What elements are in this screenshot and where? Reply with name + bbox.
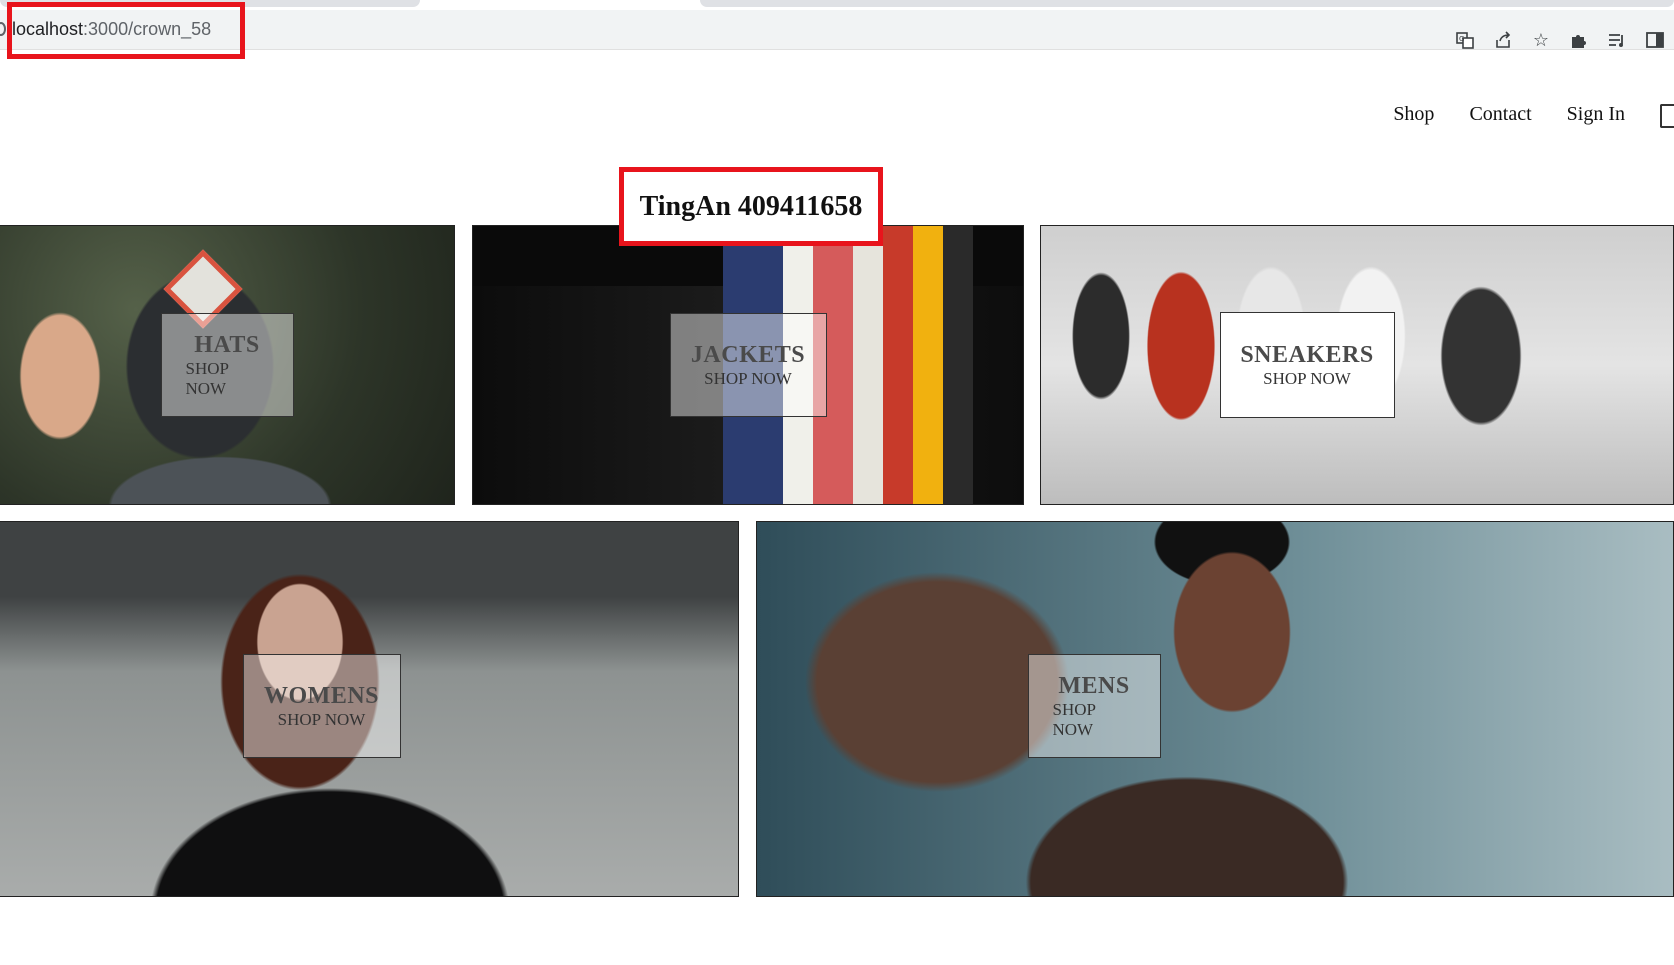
nav-contact-link[interactable]: Contact [1469, 103, 1531, 126]
translate-icon[interactable]: G [1446, 26, 1484, 54]
shop-now-label: SHOP NOW [1052, 700, 1096, 739]
url-highlight-box [7, 2, 245, 59]
category-tile-hats[interactable]: HATS SHOP NOW [0, 225, 455, 505]
mens-background-image [757, 522, 1673, 896]
category-label-womens[interactable]: WOMENS SHOP NOW [242, 654, 401, 758]
category-label-sneakers[interactable]: SNEAKERS SHOP NOW [1219, 312, 1395, 418]
tab-strip [0, 0, 1674, 10]
category-title: WOMENS [264, 683, 380, 709]
category-tile-jackets[interactable]: JACKETS SHOP NOW [472, 225, 1024, 505]
category-tile-womens[interactable]: WOMENS SHOP NOW [0, 521, 739, 897]
side-panel-icon[interactable] [1636, 26, 1674, 54]
site-info-icon[interactable] [0, 22, 6, 36]
category-tile-mens[interactable]: MENS SHOP NOW [756, 521, 1674, 897]
shop-now-label: SHOP NOW [1263, 369, 1351, 388]
nav-sign-in-link[interactable]: Sign In [1567, 103, 1625, 126]
reading-list-icon[interactable] [1598, 26, 1636, 54]
category-label-hats[interactable]: HATS SHOP NOW [160, 313, 294, 417]
category-tile-sneakers[interactable]: SNEAKERS SHOP NOW [1040, 225, 1674, 505]
browser-toolbar-icons: G ☆ [1446, 26, 1674, 54]
category-title: SNEAKERS [1240, 342, 1374, 368]
browser-tab[interactable] [700, 0, 1674, 7]
page-title: TingAn 409411658 [639, 190, 863, 222]
address-bar[interactable]: localhost:3000/crown_58 G ☆ [0, 10, 1674, 51]
category-title: HATS [194, 332, 260, 358]
shop-now-label: SHOP NOW [185, 359, 229, 398]
shop-now-label: SHOP NOW [277, 710, 366, 729]
category-label-jackets[interactable]: JACKETS SHOP NOW [669, 313, 827, 417]
shop-now-label: SHOP NOW [704, 369, 792, 388]
header-nav: Shop Contact Sign In [1393, 100, 1674, 128]
category-title: JACKETS [690, 342, 806, 368]
svg-text:G: G [1459, 35, 1464, 43]
category-label-mens[interactable]: MENS SHOP NOW [1027, 654, 1161, 758]
extensions-icon[interactable] [1560, 26, 1598, 54]
share-icon[interactable] [1484, 26, 1522, 54]
star-icon[interactable]: ☆ [1522, 26, 1560, 54]
shopping-bag-icon[interactable] [1660, 104, 1674, 128]
nav-shop-link[interactable]: Shop [1393, 103, 1434, 126]
title-highlight-box: TingAn 409411658 [619, 167, 883, 246]
category-title: MENS [1058, 673, 1130, 699]
